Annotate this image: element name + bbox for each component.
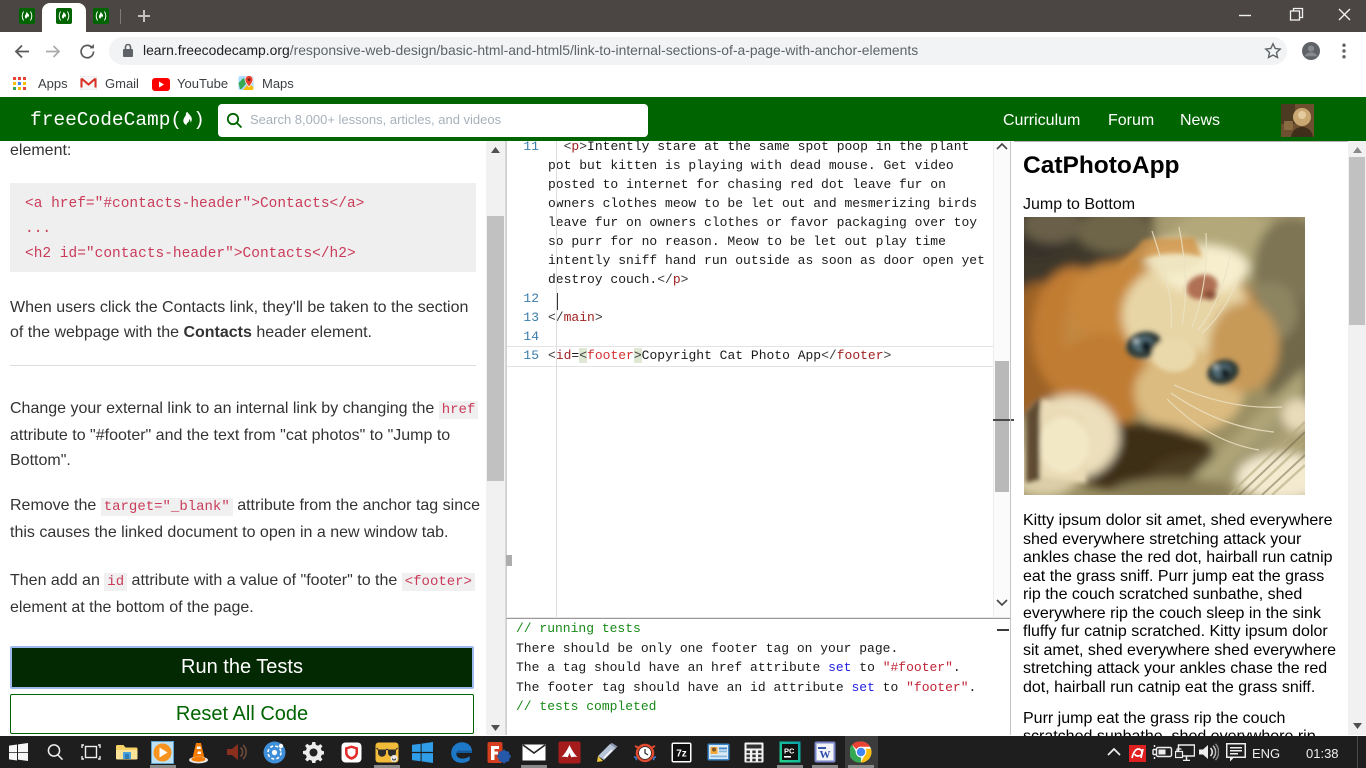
svg-text:PC: PC xyxy=(784,747,795,756)
svg-text:W: W xyxy=(820,749,831,761)
svg-text:7z: 7z xyxy=(676,749,687,760)
